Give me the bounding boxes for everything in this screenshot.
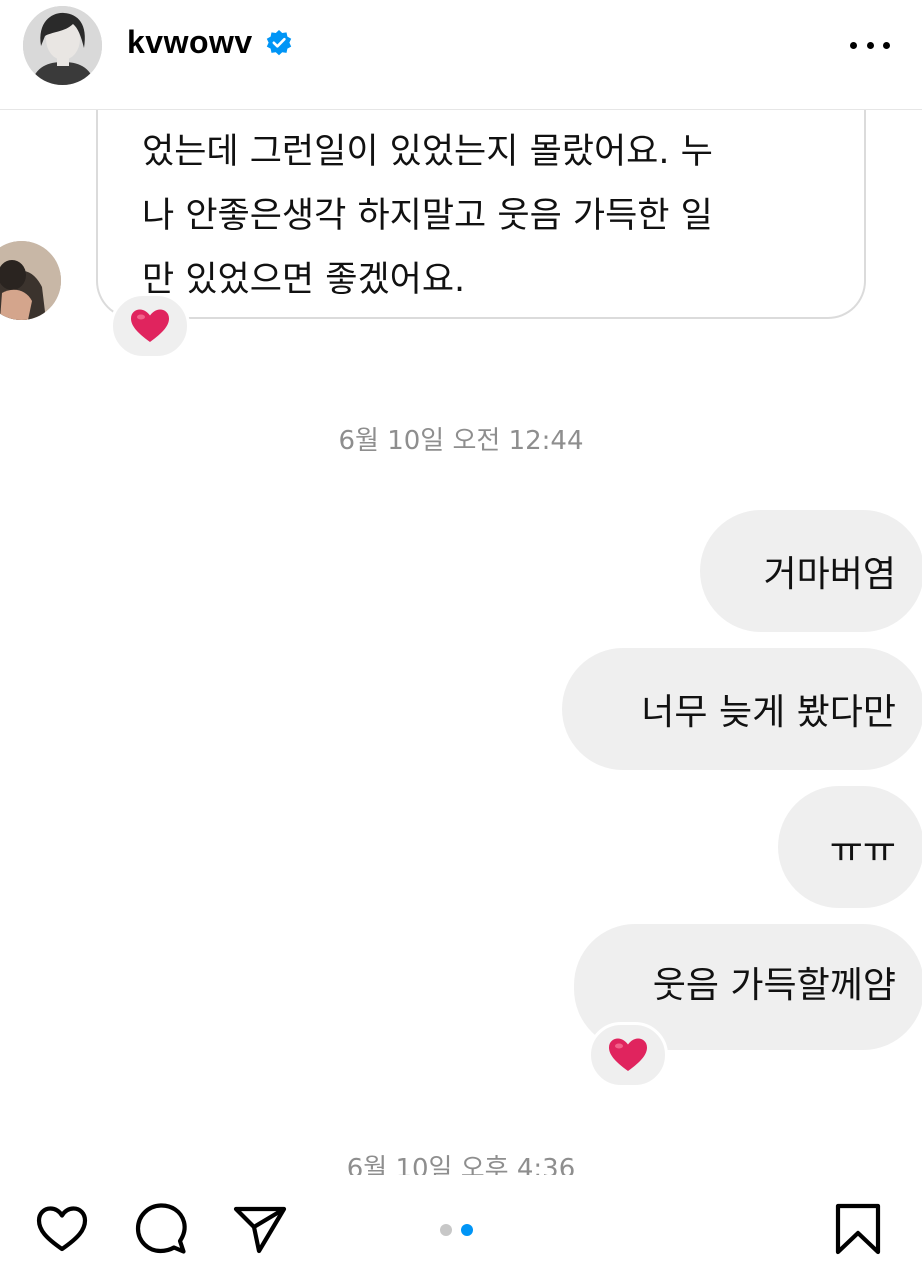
carousel-dot-active (461, 1224, 473, 1236)
chat-screenshot: 었는데 그런일이 있었는지 몰랐어요. 누 나 안좋은생각 하지말고 웃음 가득… (0, 110, 922, 1175)
outgoing-reaction[interactable] (588, 1022, 668, 1088)
outgoing-message-text: ㅠㅠ (829, 830, 896, 871)
post-header: kvwowv (0, 0, 922, 110)
avatar-photo (23, 6, 102, 85)
incoming-reaction[interactable] (110, 293, 190, 359)
timestamp-1: 6월 10일 오전 12:44 (338, 426, 584, 456)
verified-badge-icon (265, 29, 293, 57)
bookmark-icon[interactable] (830, 1201, 886, 1257)
heart-reaction-icon (131, 309, 169, 342)
carousel-dot (440, 1224, 452, 1236)
incoming-message-bubble: 었는데 그런일이 있었는지 몰랐어요. 누 나 안좋은생각 하지말고 웃음 가득… (96, 110, 866, 319)
outgoing-message-1: 거마버염 (700, 510, 922, 632)
username-block[interactable]: kvwowv (127, 24, 293, 61)
heart-icon[interactable] (34, 1201, 90, 1257)
outgoing-message-text: 웃음 가득할께얌 (652, 965, 896, 1006)
comment-icon[interactable] (133, 1201, 189, 1257)
outgoing-message-2: 너무 늦게 봤다만 (562, 648, 922, 770)
send-icon[interactable] (232, 1201, 288, 1257)
incoming-message-text: 었는데 그런일이 있었는지 몰랐어요. 누 나 안좋은생각 하지말고 웃음 가득… (142, 132, 713, 300)
outgoing-message-text: 거마버염 (763, 554, 896, 595)
profile-avatar[interactable] (23, 6, 102, 85)
post-action-bar (0, 1175, 922, 1263)
outgoing-message-3: ㅠㅠ (778, 786, 922, 908)
heart-reaction-icon (609, 1038, 647, 1071)
outgoing-message-text: 너무 늦게 봤다만 (641, 692, 896, 733)
username[interactable]: kvwowv (127, 24, 253, 61)
sender-avatar (0, 241, 61, 320)
more-options-icon[interactable] (850, 30, 890, 60)
timestamp-2: 6월 10일 오후 4:36 (346, 1154, 576, 1175)
carousel-indicator (440, 1224, 473, 1236)
